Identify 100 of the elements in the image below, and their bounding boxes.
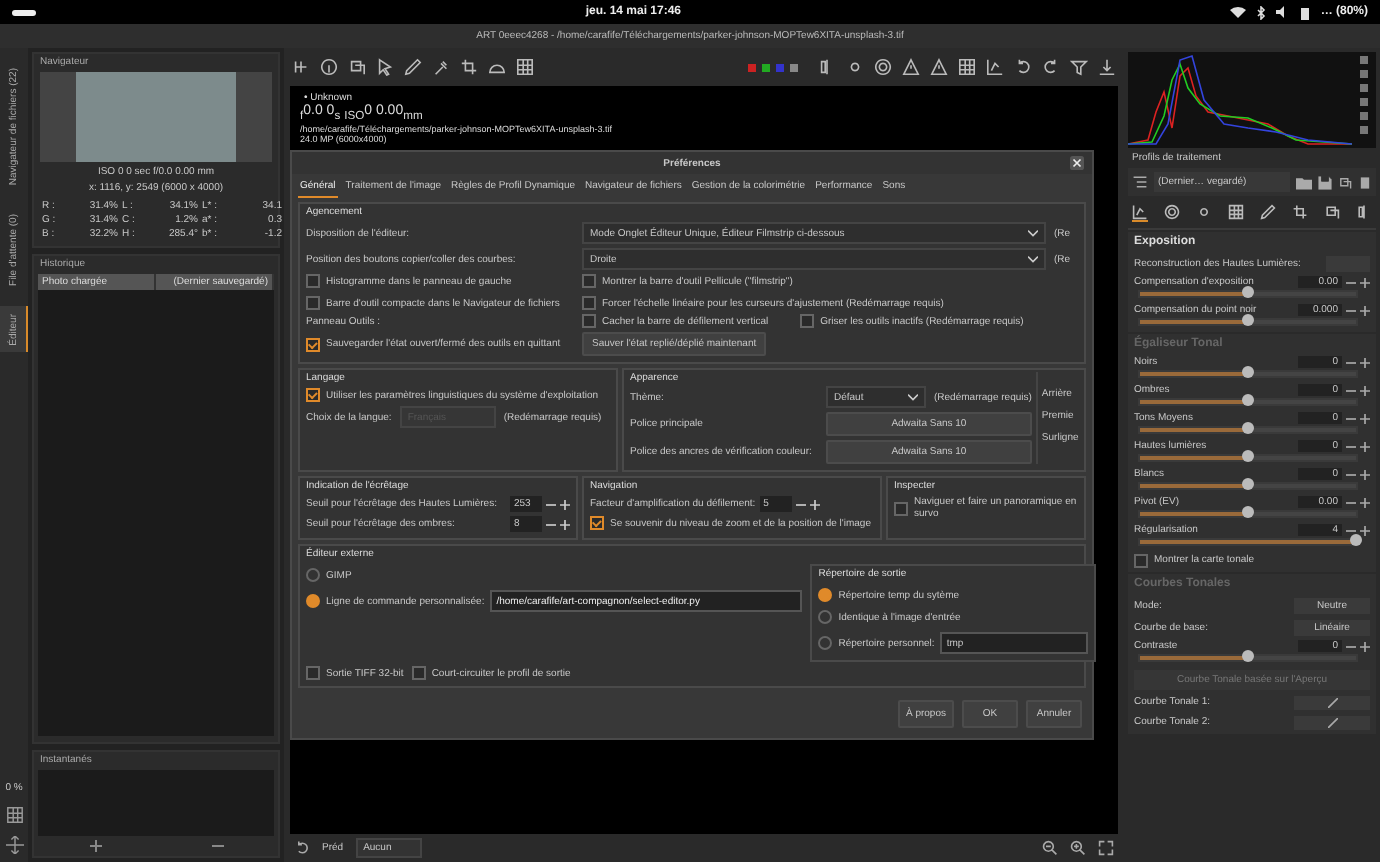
- radio-button[interactable]: [306, 568, 320, 582]
- zoom-out-icon[interactable]: [1042, 840, 1058, 856]
- target-icon[interactable]: [874, 58, 892, 76]
- checkbox[interactable]: [582, 314, 596, 328]
- plus-icon[interactable]: [809, 499, 820, 509]
- minus-icon[interactable]: [1346, 413, 1356, 423]
- checkbox[interactable]: [306, 337, 320, 351]
- grid-icon[interactable]: [5, 806, 23, 824]
- checkbox[interactable]: [894, 501, 908, 515]
- folder-icon[interactable]: [1296, 175, 1312, 189]
- grid-icon[interactable]: [1228, 204, 1244, 220]
- minus-icon[interactable]: [1346, 497, 1356, 507]
- plus-icon[interactable]: [1360, 357, 1370, 367]
- info-icon[interactable]: [320, 58, 338, 76]
- slider-thumb[interactable]: [1242, 478, 1254, 490]
- plus-icon[interactable]: [1360, 385, 1370, 395]
- slider-track[interactable]: [1138, 654, 1358, 662]
- slider-thumb[interactable]: [1242, 286, 1254, 298]
- activities-indicator[interactable]: [12, 9, 36, 15]
- slider-thumb[interactable]: [1242, 394, 1254, 406]
- undo-icon[interactable]: [294, 840, 310, 856]
- minus-icon[interactable]: [211, 840, 223, 852]
- slider-track[interactable]: [1138, 290, 1358, 298]
- curve-dropdown[interactable]: [1294, 715, 1370, 729]
- radio-button[interactable]: [818, 588, 833, 602]
- slider-track[interactable]: [1138, 318, 1358, 326]
- checkbox[interactable]: [411, 666, 426, 680]
- slider-track[interactable]: [1138, 482, 1358, 490]
- slider-thumb[interactable]: [1242, 506, 1254, 518]
- move-icon[interactable]: [5, 836, 23, 854]
- minus-icon[interactable]: [795, 499, 806, 509]
- checkbox[interactable]: [800, 314, 815, 328]
- undo-icon[interactable]: [1014, 58, 1032, 76]
- checkbox[interactable]: [582, 274, 596, 288]
- checkbox[interactable]: [306, 666, 320, 680]
- bluetooth-icon[interactable]: [1256, 5, 1267, 19]
- warning-icon[interactable]: [902, 58, 920, 76]
- pen-icon[interactable]: [404, 58, 422, 76]
- plus-icon[interactable]: [89, 840, 101, 852]
- wifi-icon[interactable]: [1230, 6, 1247, 18]
- slider-track[interactable]: [1138, 454, 1358, 462]
- radio-button[interactable]: [818, 610, 833, 624]
- plus-icon[interactable]: [1360, 641, 1370, 651]
- crop-icon[interactable]: [460, 58, 478, 76]
- plus-icon[interactable]: [1360, 497, 1370, 507]
- minus-icon[interactable]: [1346, 385, 1356, 395]
- plus-icon[interactable]: [560, 519, 570, 529]
- radio-button[interactable]: [306, 594, 320, 608]
- funnel-icon[interactable]: [1070, 58, 1088, 76]
- picker-icon[interactable]: [432, 58, 450, 76]
- slider-thumb[interactable]: [1242, 422, 1254, 434]
- fullscreen-icon[interactable]: [1098, 840, 1114, 856]
- copy-icon[interactable]: [1324, 204, 1340, 220]
- grid-icon[interactable]: [516, 58, 534, 76]
- redo-icon[interactable]: [1042, 58, 1060, 76]
- minus-icon[interactable]: [1346, 441, 1356, 451]
- battery-icon[interactable]: [1300, 5, 1311, 19]
- minus-icon[interactable]: [1346, 525, 1356, 535]
- plus-icon[interactable]: [1360, 277, 1370, 287]
- plus-icon[interactable]: [1360, 525, 1370, 535]
- copy-icon[interactable]: [348, 58, 366, 76]
- minus-icon[interactable]: [1346, 305, 1356, 315]
- minus-icon[interactable]: [1346, 277, 1356, 287]
- checkbox[interactable]: [306, 296, 320, 310]
- plus-icon[interactable]: [1360, 441, 1370, 451]
- checkbox[interactable]: [1134, 553, 1148, 567]
- minus-icon[interactable]: [1346, 469, 1356, 479]
- pen-icon[interactable]: [1260, 204, 1276, 220]
- plus-icon[interactable]: [1360, 413, 1370, 423]
- crop-icon[interactable]: [1292, 204, 1308, 220]
- slider-track[interactable]: [1138, 426, 1358, 434]
- histogram-icon[interactable]: [986, 58, 1004, 76]
- slider-thumb[interactable]: [1242, 450, 1254, 462]
- close-icon[interactable]: [1070, 156, 1084, 170]
- checkbox[interactable]: [306, 274, 320, 288]
- list-icon[interactable]: [1132, 174, 1148, 190]
- slider-track[interactable]: [1138, 370, 1358, 378]
- checkbox[interactable]: [582, 296, 596, 310]
- radio-button[interactable]: [818, 636, 833, 650]
- plus-icon[interactable]: [560, 499, 570, 509]
- slider-thumb[interactable]: [1242, 314, 1254, 326]
- checkbox[interactable]: [590, 516, 604, 530]
- export-icon[interactable]: [1098, 58, 1116, 76]
- save-icon[interactable]: [1318, 175, 1332, 189]
- histogram-icon[interactable]: [1132, 204, 1148, 222]
- plus-icon[interactable]: [1360, 469, 1370, 479]
- panel-toggle-icon[interactable]: [292, 58, 310, 76]
- target-icon[interactable]: [1164, 204, 1180, 220]
- pointer-icon[interactable]: [376, 58, 394, 76]
- warning-icon[interactable]: [930, 58, 948, 76]
- slider-track[interactable]: [1138, 398, 1358, 406]
- slider-thumb[interactable]: [1350, 534, 1362, 546]
- minus-icon[interactable]: [1346, 641, 1356, 651]
- slider-thumb[interactable]: [1242, 366, 1254, 378]
- curve-dropdown[interactable]: [1294, 695, 1370, 709]
- zoom-in-icon[interactable]: [1070, 840, 1086, 856]
- minus-icon[interactable]: [1346, 357, 1356, 367]
- copy-icon[interactable]: [1338, 175, 1352, 189]
- plus-icon[interactable]: [1360, 305, 1370, 315]
- grid-icon[interactable]: [958, 58, 976, 76]
